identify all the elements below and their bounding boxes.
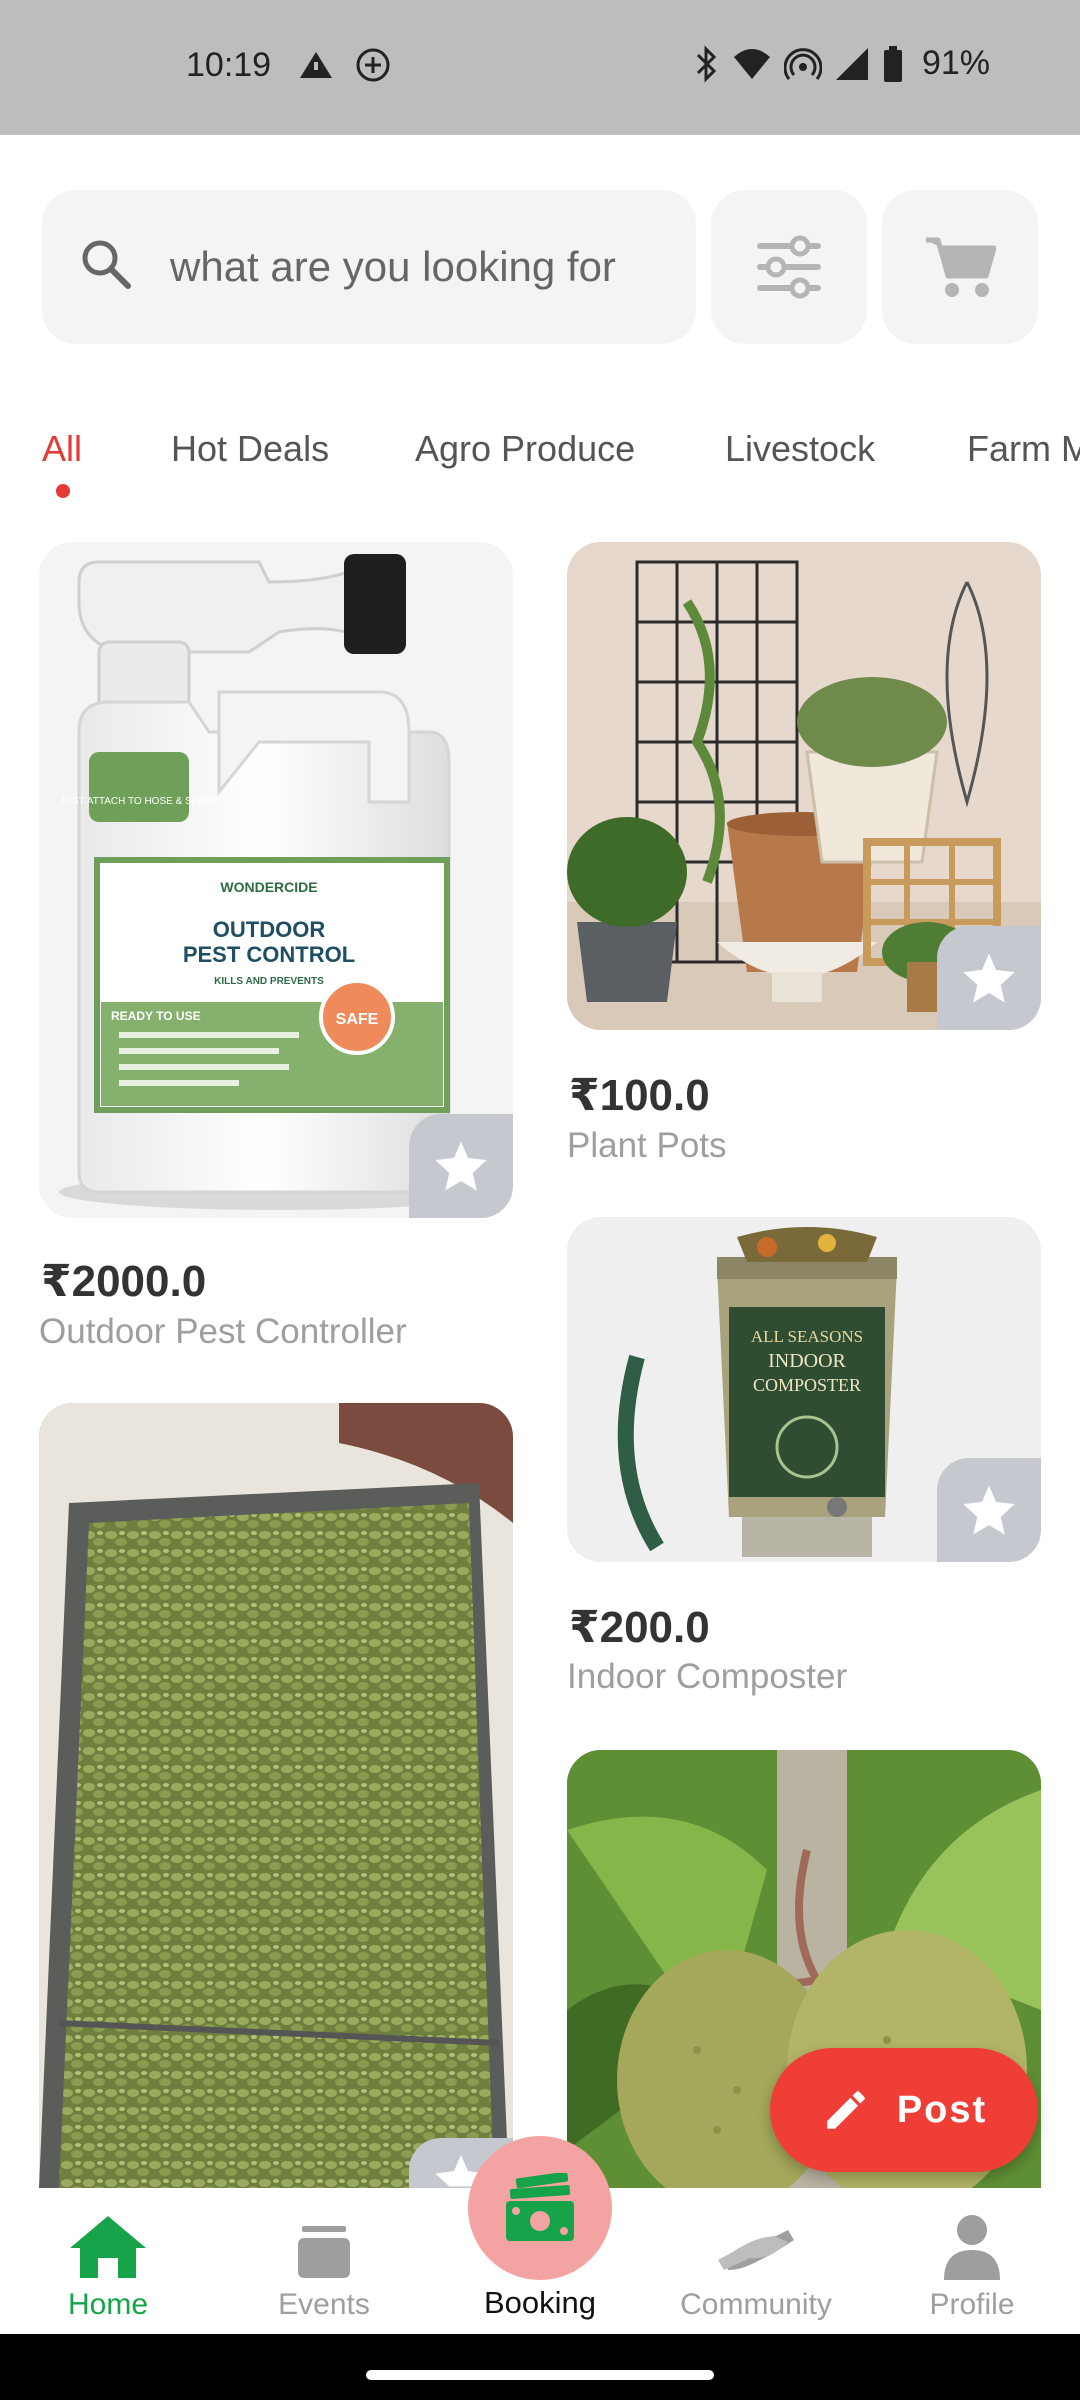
- search-box[interactable]: [42, 190, 696, 344]
- events-icon: [298, 2226, 350, 2278]
- home-icon: [70, 2216, 146, 2278]
- post-label: Post: [896, 2088, 988, 2131]
- home-gesture-pill[interactable]: [366, 2370, 714, 2380]
- shopping-cart-icon: [926, 237, 996, 297]
- product-price: ₹100.0: [569, 1071, 710, 1120]
- sliders-icon: [757, 235, 821, 299]
- product-image[interactable]: [39, 1403, 513, 2188]
- status-bar: 10:19 91%: [0, 0, 1080, 135]
- tab-agro-produce[interactable]: Agro Produce: [415, 428, 635, 470]
- nav-community-label: Community: [680, 2288, 832, 2321]
- ready-text: READY TO USE: [111, 1009, 201, 1023]
- pest-title-2: PEST CONTROL: [183, 942, 355, 967]
- composter-line1: ALL SEASONS: [751, 1327, 863, 1346]
- post-button[interactable]: Post: [770, 2048, 1038, 2172]
- product-name: Outdoor Pest Controller: [39, 1312, 407, 1351]
- nav-profile-label: Profile: [929, 2288, 1015, 2321]
- product-card[interactable]: ₹100.0 Plant Pots: [567, 542, 1041, 1172]
- composter-line3: COMPOSTER: [753, 1375, 861, 1395]
- favorite-button[interactable]: [937, 1458, 1041, 1562]
- tab-livestock[interactable]: Livestock: [725, 428, 875, 470]
- bluetooth-icon: [696, 44, 717, 83]
- favorite-button[interactable]: [937, 926, 1041, 1030]
- nav-booking-label: Booking: [483, 2285, 597, 2320]
- nav-booking[interactable]: [468, 2136, 612, 2280]
- tab-farm-m[interactable]: Farm M: [967, 428, 1080, 470]
- star-icon: [435, 1141, 487, 1191]
- product-price: ₹200.0: [569, 1603, 710, 1652]
- kills-text: KILLS AND PREVENTS: [214, 976, 324, 987]
- wifi-icon: [733, 48, 770, 79]
- star-icon: [963, 953, 1015, 1003]
- pest-title-1: OUTDOOR: [213, 917, 326, 942]
- hotspot-icon: [783, 47, 822, 80]
- battery-percentage: 91%: [921, 44, 990, 82]
- product-price: ₹2000.0: [41, 1257, 207, 1306]
- attach-text: JUST ATTACH TO HOSE & SPRAY: [60, 796, 219, 807]
- handshake-icon: [718, 2230, 794, 2270]
- tab-hot-deals[interactable]: Hot Deals: [171, 428, 329, 470]
- brand-text: WONDERCIDE: [220, 879, 317, 895]
- tab-all[interactable]: All: [42, 428, 82, 470]
- search-input[interactable]: [168, 234, 682, 300]
- product-card[interactable]: JUST ATTACH TO HOSE & SPRAY WONDERCIDE O…: [39, 542, 513, 1351]
- filter-button[interactable]: [711, 190, 867, 344]
- safe-text: SAFE: [336, 1011, 379, 1028]
- active-tab-indicator: [56, 484, 70, 498]
- money-icon: [506, 2173, 574, 2241]
- person-icon: [944, 2215, 1000, 2280]
- status-left-icons: [296, 46, 392, 84]
- nav-events[interactable]: Events: [216, 2188, 432, 2334]
- cart-button[interactable]: [882, 190, 1038, 344]
- pencil-icon: [827, 2091, 865, 2129]
- status-right: 91%: [694, 44, 990, 83]
- system-navigation-bar: [0, 2334, 1080, 2400]
- category-tabs: All Hot Deals Agro Produce Livestock Far…: [0, 420, 1080, 500]
- product-name: Plant Pots: [567, 1126, 727, 1165]
- nav-home[interactable]: Home: [0, 2188, 216, 2334]
- nav-events-label: Events: [278, 2288, 370, 2321]
- product-name: Indoor Composter: [567, 1657, 848, 1696]
- cardamom-tray-image: [39, 1403, 513, 2188]
- composter-line2: INDOOR: [768, 1350, 846, 1372]
- product-card[interactable]: ALL SEASONS INDOOR COMPOSTER ₹200.0 Indo…: [567, 1217, 1041, 1707]
- nav-community[interactable]: Community: [648, 2188, 864, 2334]
- cell-signal-icon: [835, 47, 868, 80]
- star-icon: [963, 1485, 1015, 1535]
- add-circle-icon: [356, 48, 390, 82]
- favorite-button[interactable]: [409, 1114, 513, 1218]
- nav-home-label: Home: [67, 2288, 149, 2321]
- nav-profile[interactable]: Profile: [864, 2188, 1080, 2334]
- search-icon: [82, 240, 131, 289]
- signal-alert-icon: [300, 52, 332, 78]
- battery-icon: [883, 45, 902, 82]
- product-card[interactable]: [39, 1403, 513, 2188]
- status-time: 10:19: [186, 46, 272, 84]
